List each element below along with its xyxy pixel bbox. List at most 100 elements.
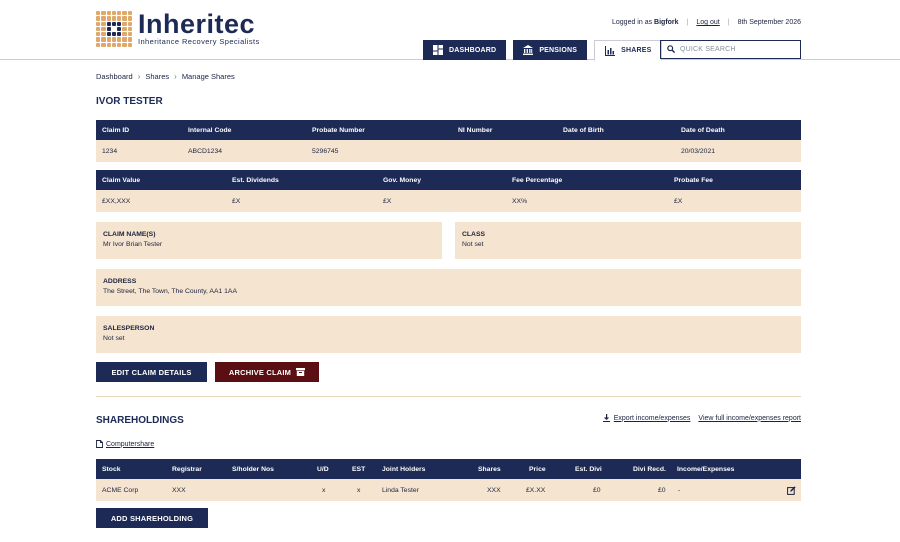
probate-fee-value: £X <box>674 197 683 205</box>
computershare-link[interactable]: Computershare <box>106 441 154 448</box>
current-date: 8th September 2026 <box>737 19 801 26</box>
table-row: ACME Corp XXX x x Linda Tester XXX £X.XX… <box>96 479 801 501</box>
logged-in-prefix: Logged in as <box>612 19 653 26</box>
nav-pensions-label: PENSIONS <box>539 46 578 54</box>
page-title: IVOR TESTER <box>96 96 163 107</box>
claim-names-panel: CLAIM NAME(S) Mr Ivor Brian Tester <box>96 222 442 259</box>
claim-names-label: CLAIM NAME(S) <box>103 231 156 238</box>
breadcrumb-shares[interactable]: Shares <box>145 72 169 81</box>
col-claim-value: Claim Value <box>102 176 141 184</box>
col-date-of-birth: Date of Birth <box>563 126 604 134</box>
col-est-divi: Est. Divi <box>575 465 602 473</box>
col-shares: Shares <box>478 465 501 473</box>
class-label: CLASS <box>462 231 486 238</box>
main-nav: DASHBOARD PENSIONS SHARES <box>423 40 669 61</box>
breadcrumb-dashboard[interactable]: Dashboard <box>96 72 133 81</box>
est-divi-value: £0 <box>593 486 601 494</box>
col-stock: Stock <box>102 465 121 473</box>
col-internal-code: Internal Code <box>188 126 232 134</box>
export-income-link[interactable]: Export income/expenses <box>614 415 691 422</box>
edit-row-icon[interactable] <box>787 479 796 501</box>
logout-link[interactable]: Log out <box>696 19 719 26</box>
stock-value: ACME Corp <box>102 486 139 494</box>
address-value: The Street, The Town, The County, AA1 1A… <box>103 288 238 295</box>
col-est-dividends: Est. Dividends <box>232 176 279 184</box>
class-value: Not set <box>462 241 484 248</box>
col-price: Price <box>529 465 546 473</box>
col-probate-number: Probate Number <box>312 126 365 134</box>
salesperson-value: Not set <box>103 335 125 342</box>
archive-claim-button[interactable]: ARCHIVE CLAIM <box>215 362 319 382</box>
est-dividends-value: £X <box>232 197 241 205</box>
app-header: Inheritec Inheritance Recovery Specialis… <box>0 0 900 61</box>
table-header: Claim ID Internal Code Probate Number NI… <box>96 120 801 140</box>
add-shareholding-label: ADD SHAREHOLDING <box>110 513 194 523</box>
breadcrumb: Dashboard › Shares › Manage Shares <box>96 72 235 81</box>
archive-icon <box>296 368 306 376</box>
add-shareholding-button[interactable]: ADD SHAREHOLDING <box>96 508 208 528</box>
bank-icon <box>523 45 534 55</box>
separator: | <box>686 19 689 26</box>
salesperson-label: SALESPERSON <box>103 325 155 332</box>
table-row: 1234 ABCD1234 5296745 20/03/2021 <box>96 140 801 162</box>
download-icon <box>602 414 610 422</box>
logo-mark-icon <box>96 11 132 47</box>
shareholdings-links: Export income/expenses View full income/… <box>602 414 801 422</box>
col-sholder-nos: S/holder Nos <box>232 465 274 473</box>
logged-in-user: Bigfork <box>654 19 679 26</box>
address-panel: ADDRESS The Street, The Town, The County… <box>96 269 801 306</box>
est-value: x <box>357 486 361 494</box>
claim-id-value: 1234 <box>102 147 118 155</box>
table-row: £XX,XXX £X £X XX% £X <box>96 190 801 212</box>
brand-logo[interactable]: Inheritec Inheritance Recovery Specialis… <box>96 11 260 47</box>
breadcrumb-current: Manage Shares <box>181 72 235 81</box>
price-value: £X.XX <box>526 486 546 494</box>
brand-name: Inheritec <box>138 9 256 39</box>
edit-claim-button[interactable]: EDIT CLAIM DETAILS <box>96 362 207 382</box>
col-income-expenses: Income/Expenses <box>677 465 735 473</box>
probate-number-value: 5296745 <box>312 147 339 155</box>
col-ud: U/D <box>317 465 329 473</box>
brand-tagline: Inheritance Recovery Specialists <box>138 37 260 46</box>
col-gov-money: Gov. Money <box>383 176 422 184</box>
divi-recd-value: £0 <box>658 486 666 494</box>
claim-names-value: Mr Ivor Brian Tester <box>103 241 163 248</box>
col-ni-number: NI Number <box>458 126 493 134</box>
nav-dashboard[interactable]: DASHBOARD <box>423 40 507 60</box>
nav-shares-label: SHARES <box>621 47 652 54</box>
separator: | <box>727 19 730 26</box>
registrar-value: XXX <box>172 486 186 494</box>
chevron-right-icon: › <box>137 72 141 81</box>
quick-search-input[interactable]: QUICK SEARCH <box>660 40 801 59</box>
address-label: ADDRESS <box>103 278 137 285</box>
dashboard-icon <box>433 45 443 55</box>
col-date-of-death: Date of Death <box>681 126 725 134</box>
view-report-link[interactable]: View full income/expenses report <box>698 415 801 422</box>
col-est: EST <box>352 465 366 473</box>
document-icon <box>96 440 103 448</box>
claim-value-value: £XX,XXX <box>102 197 131 205</box>
shares-value: XXX <box>487 486 501 494</box>
shareholdings-table: Stock Registrar S/holder Nos U/D EST Joi… <box>96 459 801 501</box>
nav-dashboard-label: DASHBOARD <box>449 46 497 54</box>
class-panel: CLASS Not set <box>455 222 801 259</box>
col-joint-holders: Joint Holders <box>382 465 426 473</box>
search-icon <box>667 44 676 55</box>
nav-shares[interactable]: SHARES <box>594 40 663 61</box>
ud-value: x <box>322 486 326 494</box>
chevron-right-icon: › <box>174 72 177 81</box>
nav-pensions[interactable]: PENSIONS <box>513 40 588 60</box>
internal-code-value: ABCD1234 <box>188 147 223 155</box>
salesperson-panel: SALESPERSON Not set <box>96 316 801 353</box>
search-placeholder: QUICK SEARCH <box>680 46 736 53</box>
session-info: Logged in as Bigfork | Log out | 8th Sep… <box>612 19 801 26</box>
bar-chart-icon <box>605 45 616 56</box>
col-fee-percentage: Fee Percentage <box>512 176 563 184</box>
claim-values-table: Claim Value Est. Dividends Gov. Money Fe… <box>96 170 801 212</box>
shareholdings-title: SHAREHOLDINGS <box>96 415 184 426</box>
table-header: Stock Registrar S/holder Nos U/D EST Joi… <box>96 459 801 479</box>
section-divider <box>96 396 801 397</box>
gov-money-value: £X <box>383 197 392 205</box>
col-divi-recd: Divi Recd. <box>633 465 666 473</box>
income-expenses-value: - <box>678 486 681 494</box>
